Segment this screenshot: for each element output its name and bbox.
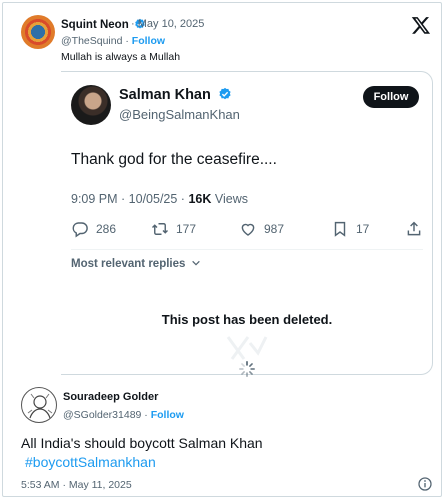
souradeep-golder-avatar[interactable] — [21, 387, 57, 423]
share-action[interactable] — [405, 219, 430, 239]
post-date-text[interactable]: May 10, 2025 — [138, 18, 205, 30]
tweet-meta: 9:09 PM · 10/05/25 · 16K Views — [71, 192, 248, 206]
repost-count: 177 — [176, 222, 197, 236]
reply-timestamp[interactable]: 5:53 AM · May 11, 2025 — [21, 479, 132, 491]
action-bar: 286 177 987 17 — [69, 219, 429, 241]
share-icon — [407, 221, 421, 236]
follow-button[interactable]: Follow — [363, 86, 419, 108]
hashtag-link[interactable]: #boycottSalmankhan — [25, 454, 156, 470]
reply-text: All India's should boycott Salman Khan — [21, 435, 263, 451]
like-action[interactable]: 987 — [239, 219, 284, 239]
tweet-card: Squint Neon · May 10, 2025 @TheSquind · … — [2, 2, 442, 497]
quoted-author-name-text[interactable]: Salman Khan — [119, 87, 211, 103]
squint-neon-avatar[interactable] — [21, 15, 55, 49]
divider — [71, 249, 423, 250]
heart-icon — [241, 223, 255, 236]
quoted-author-name[interactable]: Salman Khan — [119, 87, 232, 103]
avatar-sketch-icon — [27, 393, 53, 419]
tweet-timestamp[interactable]: 9:09 PM · 10/05/25 · — [71, 192, 188, 206]
bookmark-action[interactable]: 17 — [331, 219, 369, 239]
info-icon[interactable] — [417, 476, 433, 492]
reply-author-name[interactable]: Souradeep Golder — [63, 391, 158, 403]
views-label: Views — [211, 192, 248, 206]
reply-action[interactable]: 286 — [71, 219, 116, 239]
embedded-tweet[interactable]: Salman Khan @BeingSalmanKhan Follow Than… — [61, 71, 433, 377]
bookmark-count: 17 — [356, 222, 370, 236]
reply-icon — [72, 222, 88, 238]
x-watermark-icon — [226, 336, 268, 360]
bookmark-icon — [334, 221, 346, 237]
post-text: Mullah is always a Mullah — [61, 51, 181, 63]
x-logo-icon[interactable] — [411, 15, 431, 35]
post-date[interactable]: · May 10, 2025 — [131, 18, 204, 30]
verified-badge-icon — [219, 87, 231, 100]
relevant-replies-toggle[interactable]: Most relevant replies — [71, 258, 201, 270]
views-count: 16K — [188, 192, 212, 206]
author-name-text[interactable]: Squint Neon — [61, 19, 129, 31]
reply-author-handle-line: @SGolder31489 · Follow — [63, 409, 184, 421]
deleted-notice: This post has been deleted. — [161, 312, 333, 327]
quoted-tweet-text: Thank god for the ceasefire.... — [71, 151, 277, 168]
author-handle-line: @TheSquind · Follow — [61, 35, 166, 47]
quoted-author-handle[interactable]: @BeingSalmanKhan — [119, 107, 240, 122]
like-count: 987 — [264, 222, 285, 236]
author-handle[interactable]: @TheSquind — [61, 35, 122, 47]
repost-action[interactable]: 177 — [151, 219, 196, 239]
salman-khan-avatar[interactable] — [71, 85, 111, 125]
relevant-replies-label: Most relevant replies — [71, 258, 186, 270]
chevron-down-icon — [191, 260, 200, 266]
loading-spinner-icon — [239, 361, 255, 377]
follow-link[interactable]: Follow — [132, 35, 165, 47]
reply-author-handle[interactable]: @SGolder31489 — [63, 409, 141, 421]
reply-count: 286 — [96, 222, 117, 236]
repost-icon — [151, 223, 169, 235]
reply-follow-link[interactable]: Follow — [151, 409, 184, 421]
